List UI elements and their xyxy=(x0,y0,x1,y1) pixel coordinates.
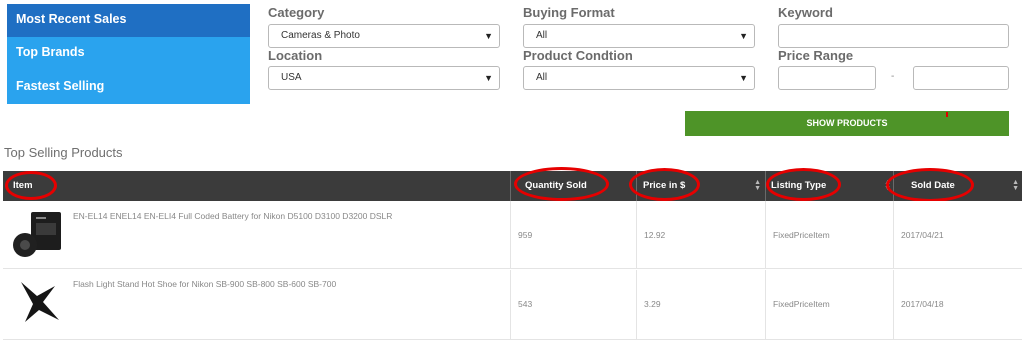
price-range-label: Price Range xyxy=(778,48,854,63)
header-listing-label: Listing Type xyxy=(771,180,827,191)
keyword-input[interactable] xyxy=(778,24,1009,48)
date-cell: 2017/04/21 xyxy=(893,201,1022,268)
price-range-separator: - xyxy=(891,71,895,82)
listing-cell: FixedPriceItem xyxy=(765,201,893,268)
price-cell: 12.92 xyxy=(636,201,765,268)
chevron-down-icon: ▼ xyxy=(739,31,748,41)
sidebar-item-top-brands[interactable]: Top Brands xyxy=(7,37,250,70)
header-item[interactable]: Item xyxy=(13,171,33,201)
show-products-button[interactable]: SHOW PRODUCTS xyxy=(685,111,1009,136)
chevron-down-icon: ▼ xyxy=(739,73,748,83)
listing-value: FixedPriceItem xyxy=(773,230,830,240)
sort-icon: ▲ ▼ xyxy=(1012,179,1019,192)
price-cell: 3.29 xyxy=(636,270,765,339)
price-min-input[interactable] xyxy=(778,66,876,90)
sidebar-nav: Most Recent Sales Top Brands Fastest Sel… xyxy=(7,4,250,104)
table-row[interactable]: Flash Light Stand Hot Shoe for Nikon SB-… xyxy=(3,270,1022,340)
table-header: Item Quantity Sold Price in $ ▲ ▼ Listing… xyxy=(3,171,1022,201)
chevron-down-icon: ▼ xyxy=(484,73,493,83)
chevron-down-icon: ▼ xyxy=(484,31,493,41)
table-row[interactable]: EN-EL14 ENEL14 EN-ELI4 Full Coded Batter… xyxy=(3,201,1022,269)
date-cell: 2017/04/18 xyxy=(893,270,1022,339)
price-max-input[interactable] xyxy=(913,66,1009,90)
sort-icon: ▲ ▼ xyxy=(754,179,761,192)
location-value: USA xyxy=(281,72,302,83)
quantity-value: 543 xyxy=(518,299,533,309)
date-value: 2017/04/21 xyxy=(901,230,944,240)
keyword-label: Keyword xyxy=(778,5,833,20)
listing-value: FixedPriceItem xyxy=(773,299,830,309)
buying-format-label: Buying Format xyxy=(523,5,615,20)
quantity-cell: 959 xyxy=(510,201,636,268)
condition-select[interactable]: All ▼ xyxy=(523,66,755,90)
listing-cell: FixedPriceItem xyxy=(765,270,893,339)
price-value: 3.29 xyxy=(644,299,661,309)
header-listing-type[interactable]: Listing Type ▲ ▼ xyxy=(765,171,893,201)
location-select[interactable]: USA ▼ xyxy=(268,66,500,90)
condition-label: Product Condtion xyxy=(523,48,633,63)
header-date-label: Sold Date xyxy=(911,180,955,191)
sidebar-item-most-recent-sales[interactable]: Most Recent Sales xyxy=(7,4,250,37)
date-value: 2017/04/18 xyxy=(901,299,944,309)
condition-value: All xyxy=(536,72,548,83)
red-annotation-mark xyxy=(946,112,948,117)
quantity-value: 959 xyxy=(518,230,533,240)
category-select[interactable]: Cameras & Photo ▼ xyxy=(268,24,500,48)
sidebar-item-fastest-selling[interactable]: Fastest Selling xyxy=(7,71,250,104)
header-price[interactable]: Price in $ ▲ ▼ xyxy=(636,171,765,201)
item-title[interactable]: Flash Light Stand Hot Shoe for Nikon SB-… xyxy=(73,279,336,289)
header-sold-date[interactable]: Sold Date ▲ ▼ xyxy=(893,171,1022,201)
buying-format-select[interactable]: All ▼ xyxy=(523,24,755,48)
header-quantity-sold[interactable]: Quantity Sold xyxy=(510,171,636,201)
item-title[interactable]: EN-EL14 ENEL14 EN-ELI4 Full Coded Batter… xyxy=(73,211,392,221)
price-value: 12.92 xyxy=(644,230,666,240)
header-price-label: Price in $ xyxy=(643,180,686,191)
section-title: Top Selling Products xyxy=(4,145,123,160)
category-label: Category xyxy=(268,5,325,20)
buying-format-value: All xyxy=(536,30,548,41)
header-quantity-label: Quantity Sold xyxy=(525,180,587,191)
sort-icon: ▲ ▼ xyxy=(884,179,891,192)
category-value: Cameras & Photo xyxy=(281,30,360,41)
camera-battery-icon xyxy=(13,212,61,257)
quantity-cell: 543 xyxy=(510,270,636,339)
location-label: Location xyxy=(268,48,323,63)
flash-stand-icon xyxy=(21,282,59,322)
